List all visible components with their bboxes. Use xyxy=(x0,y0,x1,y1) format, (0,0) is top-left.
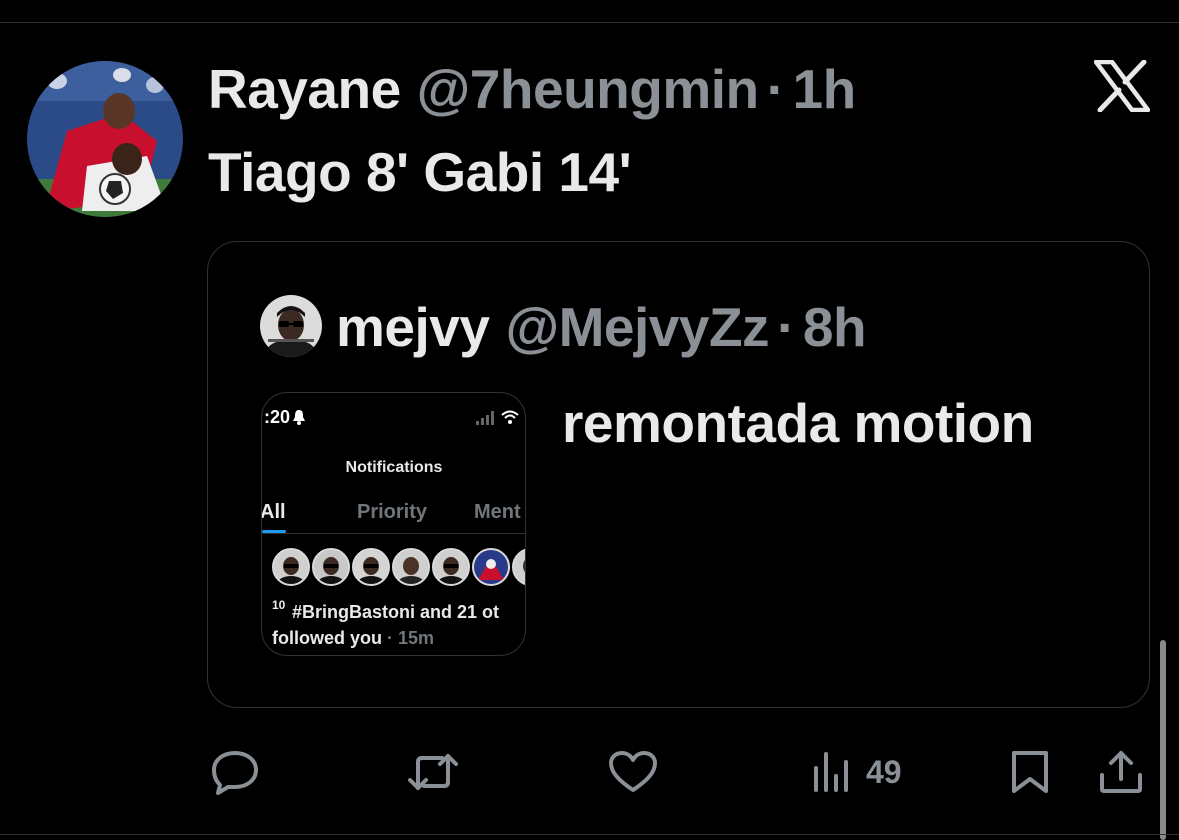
follower-avatars xyxy=(272,548,525,588)
separator-dot: · xyxy=(766,58,785,120)
quoted-tweet-card[interactable]: mejvy @MejvyZz · 8h :20 Notifications Al… xyxy=(207,241,1150,708)
quoted-author-avatar[interactable] xyxy=(260,295,322,357)
share-button[interactable] xyxy=(1098,746,1144,798)
reply-button[interactable] xyxy=(210,746,260,798)
tweet-timestamp[interactable]: 1h xyxy=(792,57,856,121)
notification-count: 10 xyxy=(272,598,286,612)
notification-text-line1: #BringBastoni and 21 ot xyxy=(292,602,500,622)
bookmark-button[interactable] xyxy=(1010,746,1050,798)
signal-icon xyxy=(476,411,496,425)
views-bar-chart-icon xyxy=(812,750,852,794)
author-handle[interactable]: @7heungmin xyxy=(417,57,759,121)
avatar xyxy=(392,548,430,586)
avatar xyxy=(472,548,510,586)
wifi-icon xyxy=(501,409,519,425)
avatar xyxy=(312,548,350,586)
quoted-author-name[interactable]: mejvy xyxy=(336,295,490,359)
top-divider xyxy=(0,22,1179,23)
avatar xyxy=(432,548,470,586)
scrollbar[interactable] xyxy=(1160,640,1166,840)
notification-time: 15m xyxy=(398,628,435,648)
quoted-tweet-timestamp[interactable]: 8h xyxy=(803,295,867,359)
tab-mentions: Ment xyxy=(474,501,521,523)
bookmark-icon xyxy=(1010,749,1050,795)
avatar xyxy=(512,548,525,586)
quoted-tweet-text: remontada motion xyxy=(562,392,1034,454)
notifications-title: Notifications xyxy=(345,459,443,476)
views-count: 49 xyxy=(866,753,902,790)
avatar xyxy=(272,548,310,586)
avatar xyxy=(352,548,390,586)
author-name[interactable]: Rayane xyxy=(208,57,401,121)
tweet-header: Rayane @7heungmin · 1h xyxy=(208,56,856,122)
author-avatar[interactable] xyxy=(27,61,183,217)
separator-dot: · xyxy=(777,296,795,358)
share-icon xyxy=(1098,749,1144,795)
notification-text-line2: followed you · 15m xyxy=(272,628,435,648)
views-button[interactable]: 49 xyxy=(812,746,902,798)
quoted-author-handle[interactable]: @MejvyZz xyxy=(505,295,769,359)
reply-icon xyxy=(210,749,260,795)
bell-muted-icon xyxy=(292,409,306,425)
quoted-media-thumbnail[interactable]: :20 Notifications All Priority Ment 10 #… xyxy=(261,392,526,656)
x-logo-icon xyxy=(1093,59,1151,113)
tweet-text: Tiago 8' Gabi 14' xyxy=(208,141,632,203)
heart-icon xyxy=(608,750,658,794)
retweet-button[interactable] xyxy=(406,746,460,798)
tabs-divider xyxy=(262,533,525,534)
status-bar-time: :20 xyxy=(264,407,291,427)
bottom-divider xyxy=(0,834,1179,835)
quoted-tweet-header: mejvy @MejvyZz · 8h xyxy=(336,294,867,360)
retweet-icon xyxy=(406,750,460,794)
tab-priority: Priority xyxy=(357,501,428,523)
like-button[interactable] xyxy=(608,746,658,798)
tab-all: All xyxy=(261,501,286,523)
